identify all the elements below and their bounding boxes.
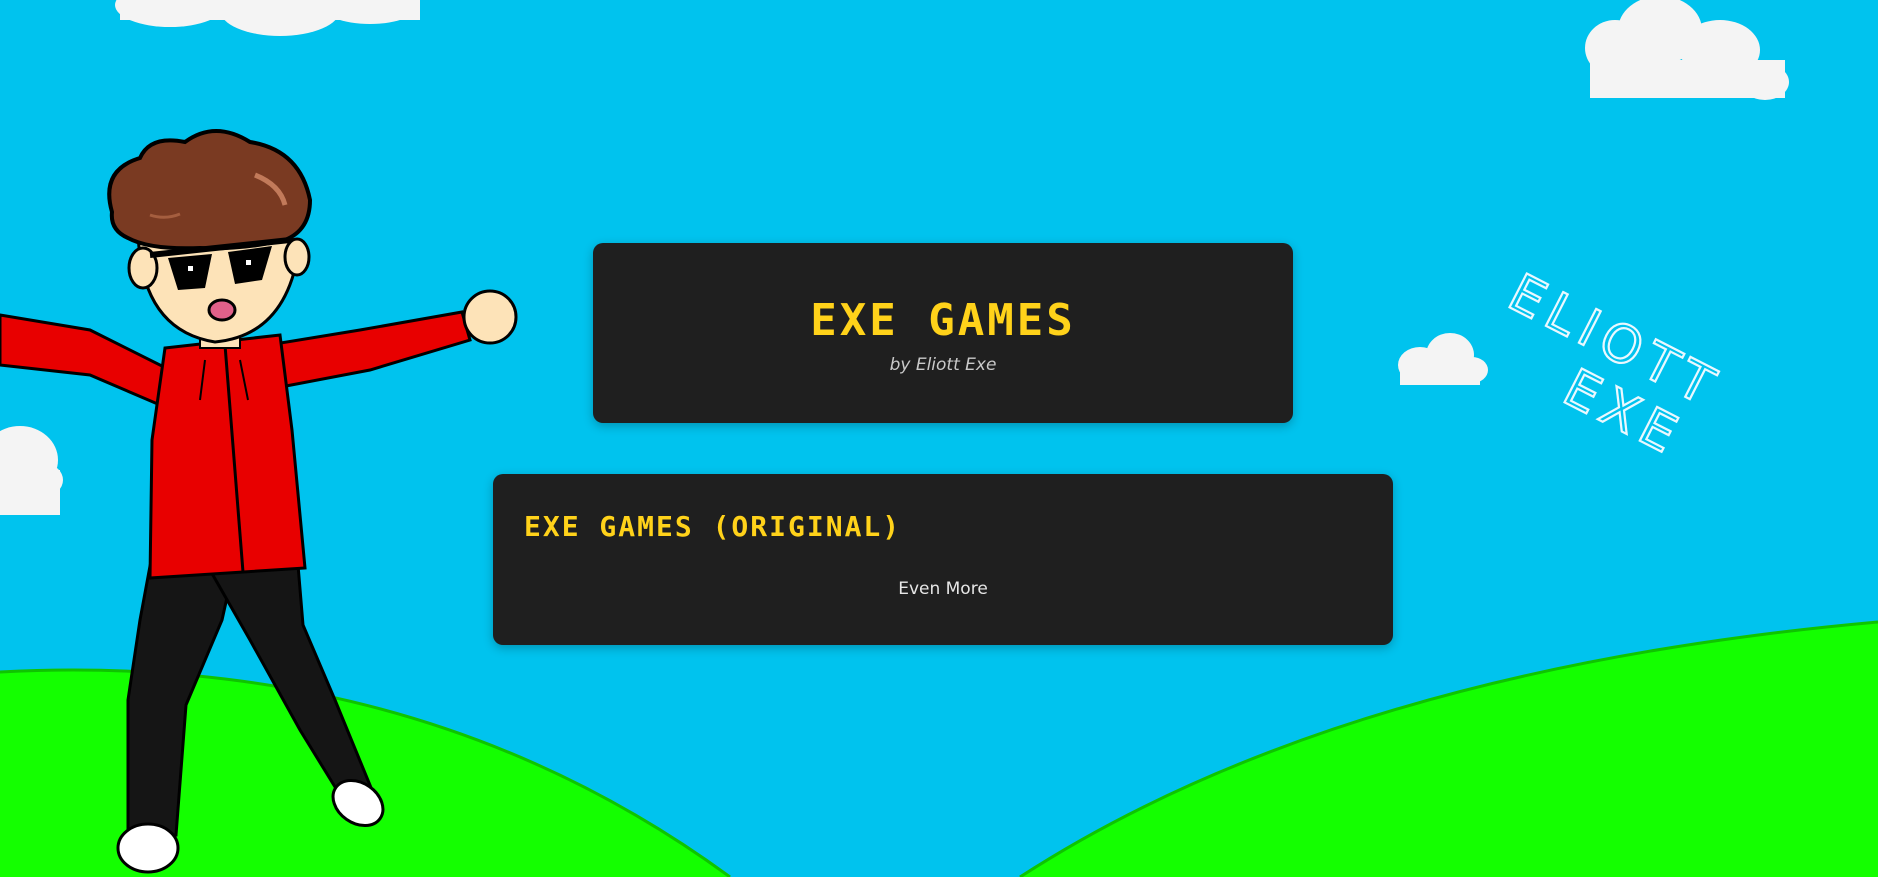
even-more-link[interactable]: Even More [493, 579, 1393, 599]
sky-scribble-text: ELIOTT EXE [1498, 262, 1731, 470]
mascot-left-arm [0, 313, 172, 408]
site-header-card: EXE GAMES by Eliott Exe [593, 243, 1293, 423]
cloud-left-edge [0, 426, 63, 515]
cloud-small-right [1398, 333, 1488, 385]
games-section-title: EXE GAMES (ORIGINAL) [524, 510, 902, 543]
cloud-top-right [1585, 0, 1789, 100]
cloud-top-left [115, 0, 420, 36]
background-scene: ELIOTT EXE [0, 0, 1878, 877]
site-title: EXE GAMES [810, 295, 1076, 346]
games-section-card: EXE GAMES (ORIGINAL) Even More [493, 474, 1393, 645]
mascot-fist [462, 289, 518, 345]
site-byline: by Eliott Exe [889, 355, 997, 375]
mascot-left-shoe [116, 822, 180, 874]
mascot-mouth [207, 298, 237, 322]
